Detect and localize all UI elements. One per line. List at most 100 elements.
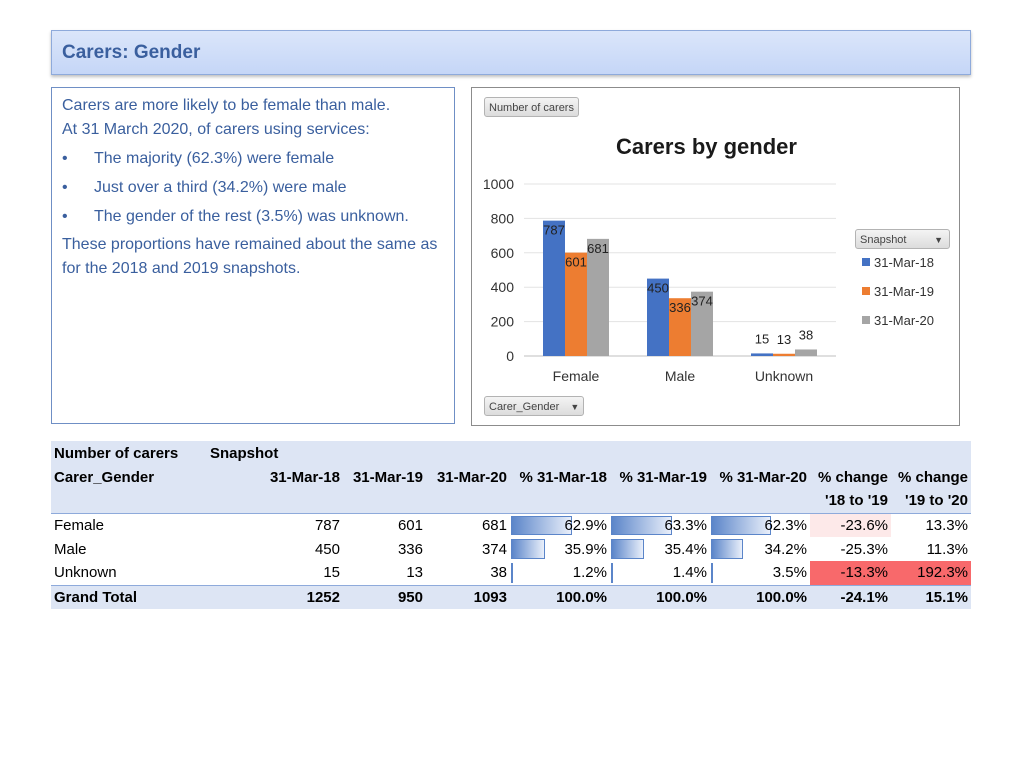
table-cell: 1252 — [207, 584, 343, 609]
table-cell: 1093 — [426, 584, 510, 609]
row-label: Female — [54, 516, 105, 534]
column-header-line2: '18 to '19 — [810, 489, 891, 514]
summary-bullet: The gender of the rest (3.5%) was unknow… — [62, 205, 444, 229]
table-cell: 100.0% — [710, 584, 810, 609]
cell-value: 1.2% — [572, 564, 607, 582]
databar-cell: 34.2% — [710, 537, 810, 561]
bar-31-Mar-18 — [543, 220, 565, 356]
column-header: 31-Mar-18 — [207, 465, 343, 489]
summary-closing: These proportions have remained about th… — [62, 236, 438, 277]
data-label: 601 — [565, 255, 587, 270]
cell-value: 63.3% — [664, 516, 707, 534]
table-cell: 13.3% — [891, 513, 971, 537]
table-cell: -23.6% — [810, 513, 891, 537]
page-title: Carers: Gender — [62, 42, 201, 63]
table-cell: 13 — [406, 564, 423, 582]
column-header: % 31-Mar-20 — [710, 465, 810, 489]
legend-swatch — [862, 316, 870, 324]
cell-value: 1.4% — [672, 564, 707, 582]
row-field-label[interactable]: Carer_Gender — [51, 465, 207, 489]
databar-cell: 35.9% — [510, 537, 610, 561]
summary-text-box: Carers are more likely to be female than… — [51, 87, 455, 424]
table-cell: 374 — [481, 540, 507, 558]
pivot-table: Number of carers Snapshot Carer_Gender 3… — [51, 441, 971, 609]
data-bar — [511, 539, 545, 559]
databar-cell: 62.3% — [710, 513, 810, 537]
legend-field-dropdown[interactable]: Snapshot ▼ — [855, 229, 950, 249]
table-cell: 38 — [490, 564, 507, 582]
column-header-line2: '19 to '20 — [891, 489, 971, 514]
legend-swatch — [862, 258, 870, 266]
column-header: % change — [891, 465, 971, 489]
legend-item[interactable]: 31-Mar-19 — [862, 284, 934, 299]
summary-bullet: The majority (62.3%) were female — [62, 147, 444, 171]
cell-value: 62.3% — [764, 516, 807, 534]
data-label: 15 — [755, 331, 769, 346]
summary-bullet-list: The majority (62.3%) were female Just ov… — [62, 147, 444, 229]
data-label: 681 — [587, 241, 609, 256]
row-label: Male — [54, 540, 87, 558]
axis-field-label: Carer_Gender — [489, 401, 560, 413]
bar-31-Mar-20 — [795, 349, 817, 356]
data-bar — [511, 563, 513, 583]
data-label: 374 — [691, 294, 713, 309]
column-header: 31-Mar-20 — [426, 465, 510, 489]
axis-field-dropdown[interactable]: Carer_Gender ▼ — [484, 396, 585, 416]
databar-cell: 1.2% — [510, 561, 610, 585]
legend-item[interactable]: 31-Mar-18 — [862, 255, 934, 270]
cell-value: 62.9% — [564, 516, 607, 534]
legend-field-label: Snapshot — [860, 234, 907, 246]
table-cell: -24.1% — [810, 584, 891, 609]
data-label: 38 — [799, 327, 813, 342]
triangle-down-icon: ▼ — [934, 235, 943, 245]
databar-cell: 3.5% — [710, 561, 810, 585]
x-tick-label: Unknown — [755, 368, 813, 384]
table-cell: -13.3% — [810, 561, 891, 585]
pivot-chart[interactable]: Number of carers Carers by gender 0 200 40… — [471, 87, 960, 426]
table-cell: 787 — [314, 516, 340, 534]
corner-label: Number of carers — [51, 441, 207, 465]
bar-31-Mar-20 — [587, 238, 609, 356]
data-label: 13 — [777, 332, 791, 347]
data-label: 450 — [647, 281, 669, 296]
column-header: % 31-Mar-18 — [510, 465, 610, 489]
table-cell: 681 — [481, 516, 507, 534]
row-label: Grand Total — [51, 584, 207, 609]
legend-label: 31-Mar-19 — [874, 284, 934, 299]
table-row: Male 450 336 374 35.9% 35.4% 34.2% -25.3% 11.3% — [51, 537, 971, 561]
table-cell: 15 — [323, 564, 340, 582]
table-cell: 450 — [314, 540, 340, 558]
databar-cell: 35.4% — [610, 537, 710, 561]
table-cell: 11.3% — [891, 537, 971, 561]
databar-cell: 63.3% — [610, 513, 710, 537]
cell-value: 34.2% — [764, 540, 807, 558]
data-bar — [711, 515, 772, 535]
data-bar — [611, 563, 613, 583]
legend-swatch — [862, 287, 870, 295]
y-tick-label: 200 — [491, 314, 515, 330]
summary-lead: At 31 March 2020, of carers using servic… — [62, 121, 370, 138]
row-label: Unknown — [54, 564, 117, 582]
y-tick-label: 1000 — [483, 176, 514, 192]
data-bar — [611, 539, 645, 559]
legend-label: 31-Mar-18 — [874, 255, 934, 270]
data-label: 336 — [669, 300, 691, 315]
grand-total-row: Grand Total 1252 950 1093 100.0% 100.0% … — [51, 584, 971, 609]
triangle-down-icon: ▼ — [570, 402, 580, 412]
table-cell: 100.0% — [610, 584, 710, 609]
table-row: Unknown 15 13 38 1.2% 1.4% 3.5% -13.3% 192.3% — [51, 561, 971, 585]
table-cell: 950 — [343, 584, 426, 609]
cell-value: 35.9% — [564, 540, 607, 558]
table-cell: 336 — [397, 540, 423, 558]
y-tick-label: 400 — [491, 279, 515, 295]
table-cell: -25.3% — [810, 537, 891, 561]
column-field-label[interactable]: Snapshot — [207, 441, 343, 465]
legend-item[interactable]: 31-Mar-20 — [862, 313, 934, 328]
table-cell: 192.3% — [891, 561, 971, 585]
data-label: 787 — [543, 223, 565, 238]
data-bar — [711, 563, 713, 583]
y-tick-label: 0 — [506, 348, 514, 364]
summary-bullet: Just over a third (34.2%) were male — [62, 176, 444, 200]
bar-31-Mar-19 — [773, 353, 795, 356]
cell-value: 3.5% — [772, 564, 807, 582]
